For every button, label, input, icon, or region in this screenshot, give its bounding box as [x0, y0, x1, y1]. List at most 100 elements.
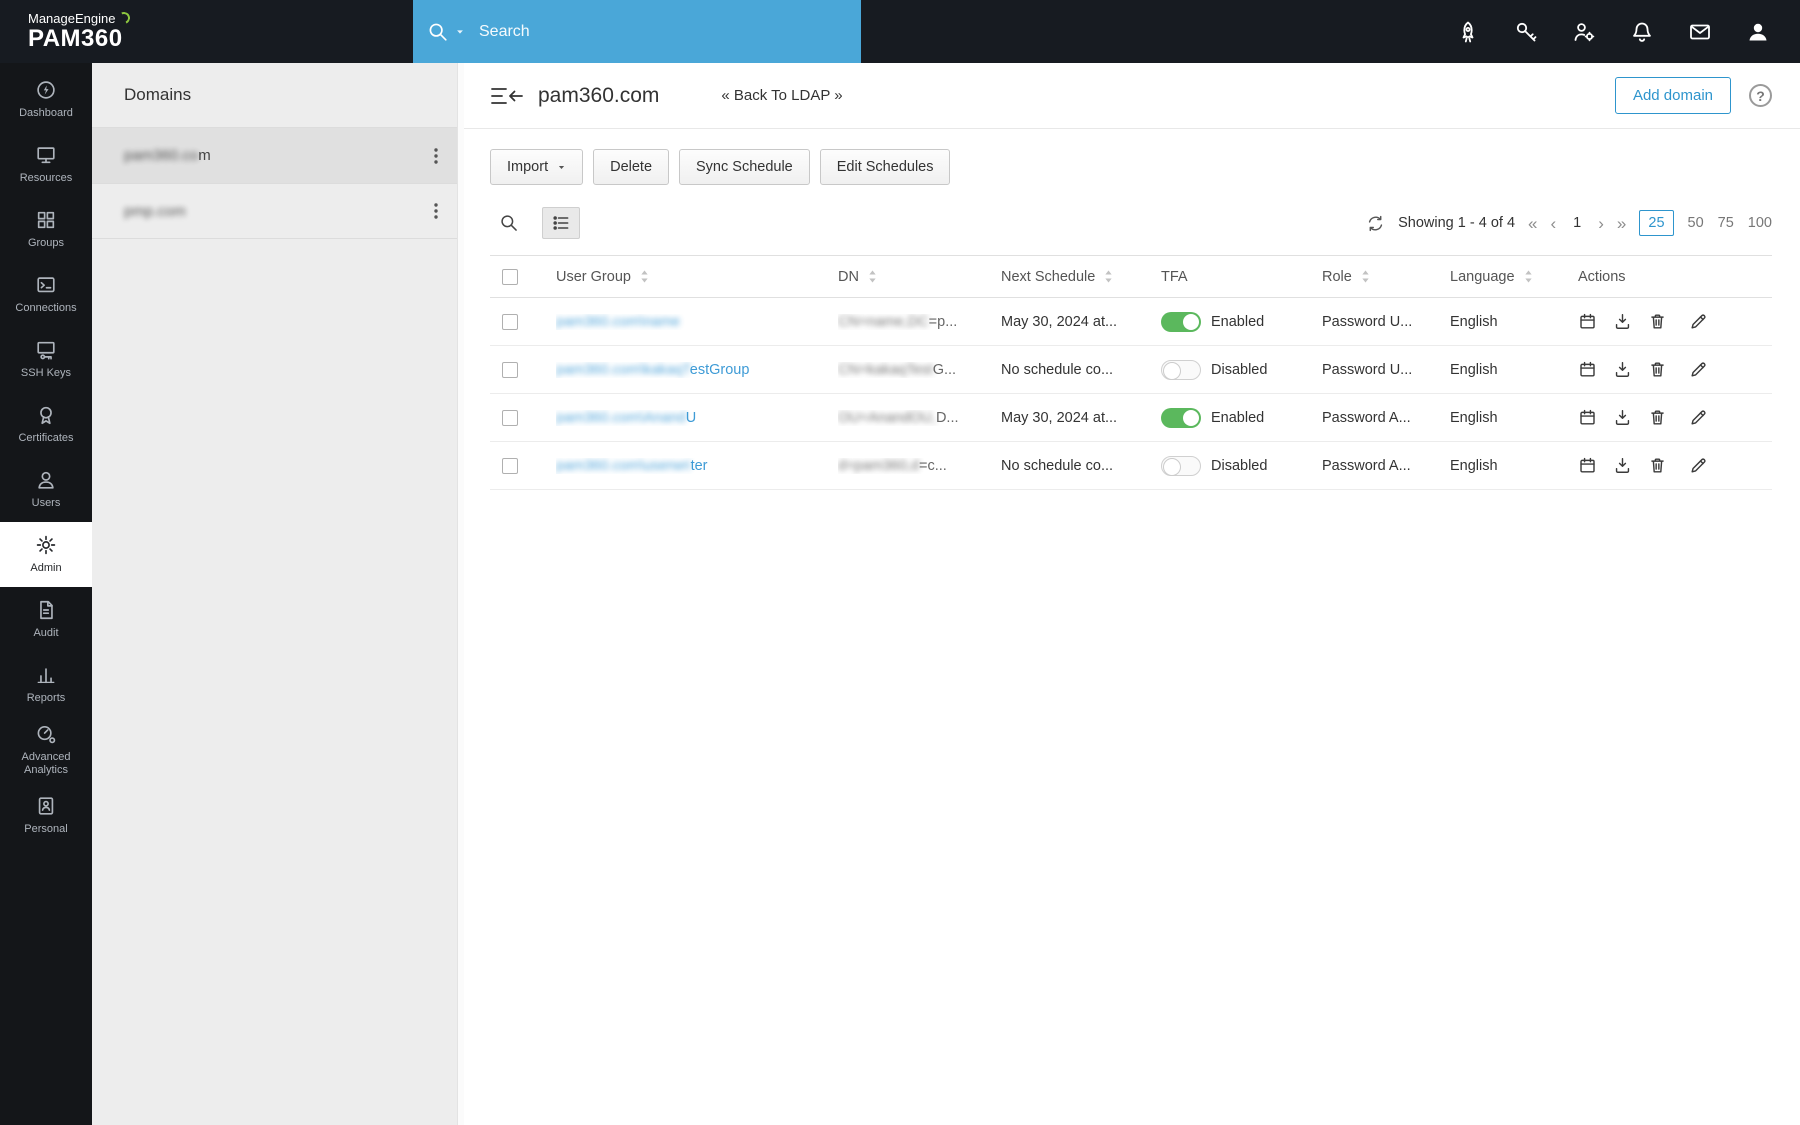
sync-schedule-button[interactable]: Sync Schedule	[679, 149, 810, 185]
page-size-75[interactable]: 75	[1718, 215, 1734, 231]
menu-back-icon[interactable]	[490, 85, 524, 107]
row-checkbox[interactable]	[502, 410, 518, 426]
list-view-icon	[551, 213, 571, 233]
export-icon[interactable]	[1613, 360, 1632, 379]
sidebar-item-dashboard[interactable]: Dashboard	[0, 67, 92, 132]
export-icon[interactable]	[1613, 408, 1632, 427]
user-group-link[interactable]: pam360.com\userwriter	[556, 458, 708, 474]
bell-icon[interactable]	[1630, 20, 1654, 44]
kebab-menu-icon[interactable]	[428, 146, 444, 166]
refresh-icon[interactable]	[1366, 214, 1385, 233]
language-cell: English	[1450, 458, 1578, 474]
domains-scrollbar[interactable]	[457, 63, 464, 1125]
prev-page-button[interactable]: ‹	[1550, 215, 1556, 232]
page-size-50[interactable]: 50	[1688, 215, 1704, 231]
export-icon[interactable]	[1613, 456, 1632, 475]
page-size-100[interactable]: 100	[1748, 215, 1772, 231]
brand-swoosh-icon	[117, 11, 132, 26]
first-page-button[interactable]: «	[1528, 215, 1537, 232]
column-header-label: Actions	[1578, 269, 1626, 285]
user-group-link[interactable]: pam360.com\name	[556, 314, 680, 330]
delete-icon[interactable]	[1648, 360, 1667, 379]
column-header-label: Role	[1322, 269, 1352, 285]
delete-icon[interactable]	[1648, 408, 1667, 427]
sidebar-item-admin[interactable]: Admin	[0, 522, 92, 587]
select-all-checkbox[interactable]	[502, 269, 518, 285]
table-search-button[interactable]	[490, 207, 528, 239]
edit-schedules-button[interactable]: Edit Schedules	[820, 149, 951, 185]
back-to-ldap-link[interactable]: « Back To LDAP »	[721, 87, 842, 104]
domain-list-item[interactable]: pmp.com	[92, 183, 464, 239]
tfa-toggle[interactable]	[1161, 456, 1201, 476]
edit-icon[interactable]	[1689, 360, 1708, 379]
profile-icon[interactable]	[1746, 20, 1770, 44]
edit-icon[interactable]	[1689, 408, 1708, 427]
domain-list-item[interactable]: pam360.com	[92, 127, 464, 183]
user-admin-icon[interactable]	[1572, 20, 1596, 44]
search-scope-caret-icon[interactable]	[455, 27, 465, 37]
schedule-icon[interactable]	[1578, 408, 1597, 427]
delete-icon[interactable]	[1648, 456, 1667, 475]
delete-icon[interactable]	[1648, 312, 1667, 331]
schedule-icon[interactable]	[1578, 312, 1597, 331]
delete-button[interactable]: Delete	[593, 149, 669, 185]
add-domain-button[interactable]: Add domain	[1615, 77, 1731, 114]
table-search-icon	[499, 213, 519, 233]
sort-icon[interactable]	[868, 269, 877, 284]
import-button[interactable]: Import	[490, 149, 583, 185]
sidebar-item-connections[interactable]: Connections	[0, 262, 92, 327]
list-view-button[interactable]	[542, 207, 580, 239]
help-icon[interactable]: ?	[1749, 84, 1772, 107]
tfa-toggle[interactable]	[1161, 360, 1201, 380]
sidebar-item-groups[interactable]: Groups	[0, 197, 92, 262]
user-group-link[interactable]: pam360.com\kakaqTestGroup	[556, 362, 749, 378]
rocket-icon[interactable]	[1456, 20, 1480, 44]
sidebar-item-ssh-keys[interactable]: SSH Keys	[0, 327, 92, 392]
column-header: TFA	[1161, 269, 1322, 285]
tfa-label: Enabled	[1211, 410, 1264, 426]
next-page-button[interactable]: ›	[1598, 215, 1604, 232]
sidebar-item-audit[interactable]: Audit	[0, 587, 92, 652]
sidebar-item-certificates[interactable]: Certificates	[0, 392, 92, 457]
edit-icon[interactable]	[1689, 312, 1708, 331]
search-input[interactable]	[479, 23, 847, 41]
sidebar-item-label: Audit	[33, 627, 58, 640]
edit-icon[interactable]	[1689, 456, 1708, 475]
schedule-icon[interactable]	[1578, 360, 1597, 379]
column-header-label: User Group	[556, 269, 631, 285]
sidebar-item-users[interactable]: Users	[0, 457, 92, 522]
tfa-toggle[interactable]	[1161, 408, 1201, 428]
sort-icon[interactable]	[640, 269, 649, 284]
reports-icon	[35, 664, 57, 686]
last-page-button[interactable]: »	[1617, 215, 1626, 232]
mail-icon[interactable]	[1688, 20, 1712, 44]
row-checkbox[interactable]	[502, 458, 518, 474]
main-content: pam360.com « Back To LDAP » Add domain ?…	[464, 63, 1800, 1125]
export-icon[interactable]	[1613, 312, 1632, 331]
sidebar-item-personal[interactable]: Personal	[0, 783, 92, 848]
tfa-toggle[interactable]	[1161, 312, 1201, 332]
table-header-row: User GroupDNNext ScheduleTFARoleLanguage…	[490, 255, 1772, 298]
sidebar-item-label: Certificates	[18, 432, 73, 445]
column-header: Role	[1322, 269, 1450, 285]
sort-icon[interactable]	[1104, 269, 1113, 284]
schedule-icon[interactable]	[1578, 456, 1597, 475]
row-checkbox[interactable]	[502, 314, 518, 330]
sort-icon[interactable]	[1524, 269, 1533, 284]
row-checkbox[interactable]	[502, 362, 518, 378]
dn-cell: OU=AnandOU,D...	[838, 410, 1001, 426]
key-icon[interactable]	[1514, 20, 1538, 44]
sidebar-item-reports[interactable]: Reports	[0, 652, 92, 717]
page-size-25[interactable]: 25	[1639, 210, 1673, 236]
kebab-menu-icon[interactable]	[428, 201, 444, 221]
sidebar-item-resources[interactable]: Resources	[0, 132, 92, 197]
sort-icon[interactable]	[1361, 269, 1370, 284]
user-group-link[interactable]: pam360.com\AnandU	[556, 410, 696, 426]
role-cell: Password A...	[1322, 458, 1450, 474]
column-header: User Group	[556, 269, 838, 285]
role-cell: Password A...	[1322, 410, 1450, 426]
search-icon[interactable]	[427, 21, 449, 43]
global-search-bar	[413, 0, 861, 63]
sidebar-item-label: Dashboard	[19, 107, 73, 120]
sidebar-item-advanced-analytics[interactable]: Advanced Analytics	[0, 717, 92, 783]
